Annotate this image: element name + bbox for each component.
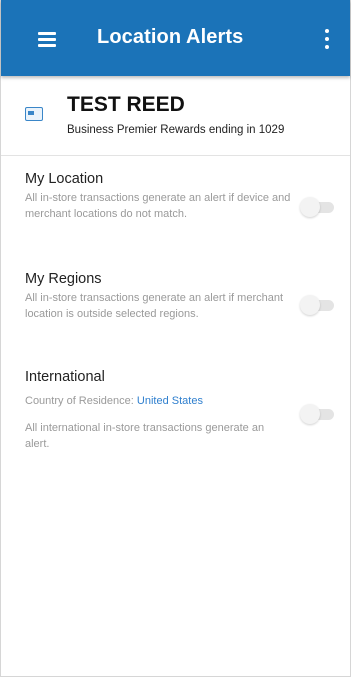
- card-icon: [25, 107, 43, 121]
- alert-title: My Regions: [25, 271, 102, 287]
- more-vertical-icon[interactable]: [312, 24, 342, 54]
- country-link[interactable]: United States: [137, 395, 203, 407]
- alert-international: International Country of Residence: Unit…: [25, 369, 325, 452]
- account-name: TEST REED: [67, 93, 185, 116]
- international-toggle[interactable]: [300, 404, 336, 424]
- account-header: TEST REED Business Premier Rewards endin…: [1, 76, 350, 156]
- alert-description: All in-store transactions generate an al…: [25, 192, 291, 220]
- alert-my-regions: My Regions All in-store transactions gen…: [25, 271, 325, 322]
- country-of-residence: Country of Residence: United States: [25, 395, 325, 407]
- app-bar: Location Alerts: [1, 0, 350, 76]
- location-alerts-screen: Location Alerts TEST REED Business Premi…: [0, 0, 351, 677]
- account-description: Business Premier Rewards ending in 1029: [67, 124, 285, 136]
- alert-description: All international in-store transactions …: [25, 422, 265, 450]
- alert-my-location: My Location All in-store transactions ge…: [25, 171, 325, 222]
- alert-description: All in-store transactions generate an al…: [25, 292, 284, 320]
- alert-title: My Location: [25, 171, 104, 187]
- page-title: Location Alerts: [97, 26, 244, 48]
- alert-title: International: [25, 369, 105, 385]
- my-location-toggle[interactable]: [300, 197, 336, 217]
- my-regions-toggle[interactable]: [300, 295, 336, 315]
- hamburger-menu-icon[interactable]: [31, 26, 65, 52]
- country-label: Country of Residence:: [25, 395, 134, 407]
